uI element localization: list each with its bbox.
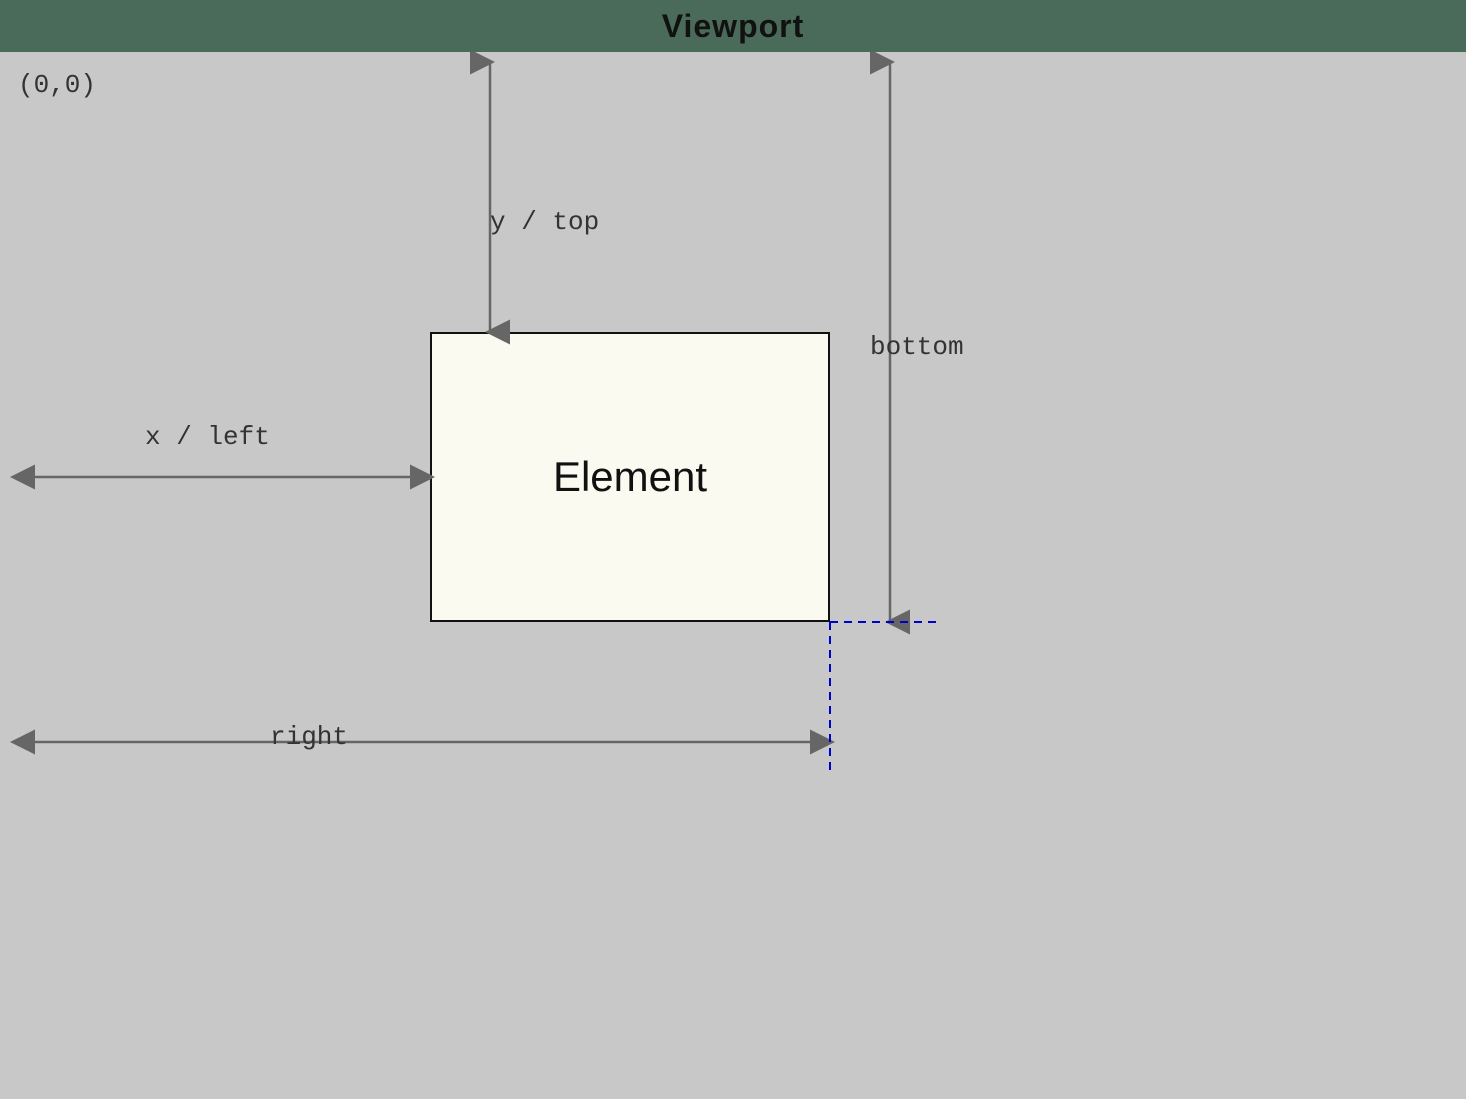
label-bottom: bottom <box>870 332 964 362</box>
origin-label: (0,0) <box>18 70 96 100</box>
element-label: Element <box>553 453 707 501</box>
diagram-area: (0,0) Element <box>0 52 1466 1099</box>
label-y-top: y / top <box>490 207 599 237</box>
viewport-header: Viewport <box>0 0 1466 52</box>
viewport-title: Viewport <box>662 8 805 45</box>
label-x-left: x / left <box>145 422 270 452</box>
label-right: right <box>270 722 348 752</box>
element-box: Element <box>430 332 830 622</box>
